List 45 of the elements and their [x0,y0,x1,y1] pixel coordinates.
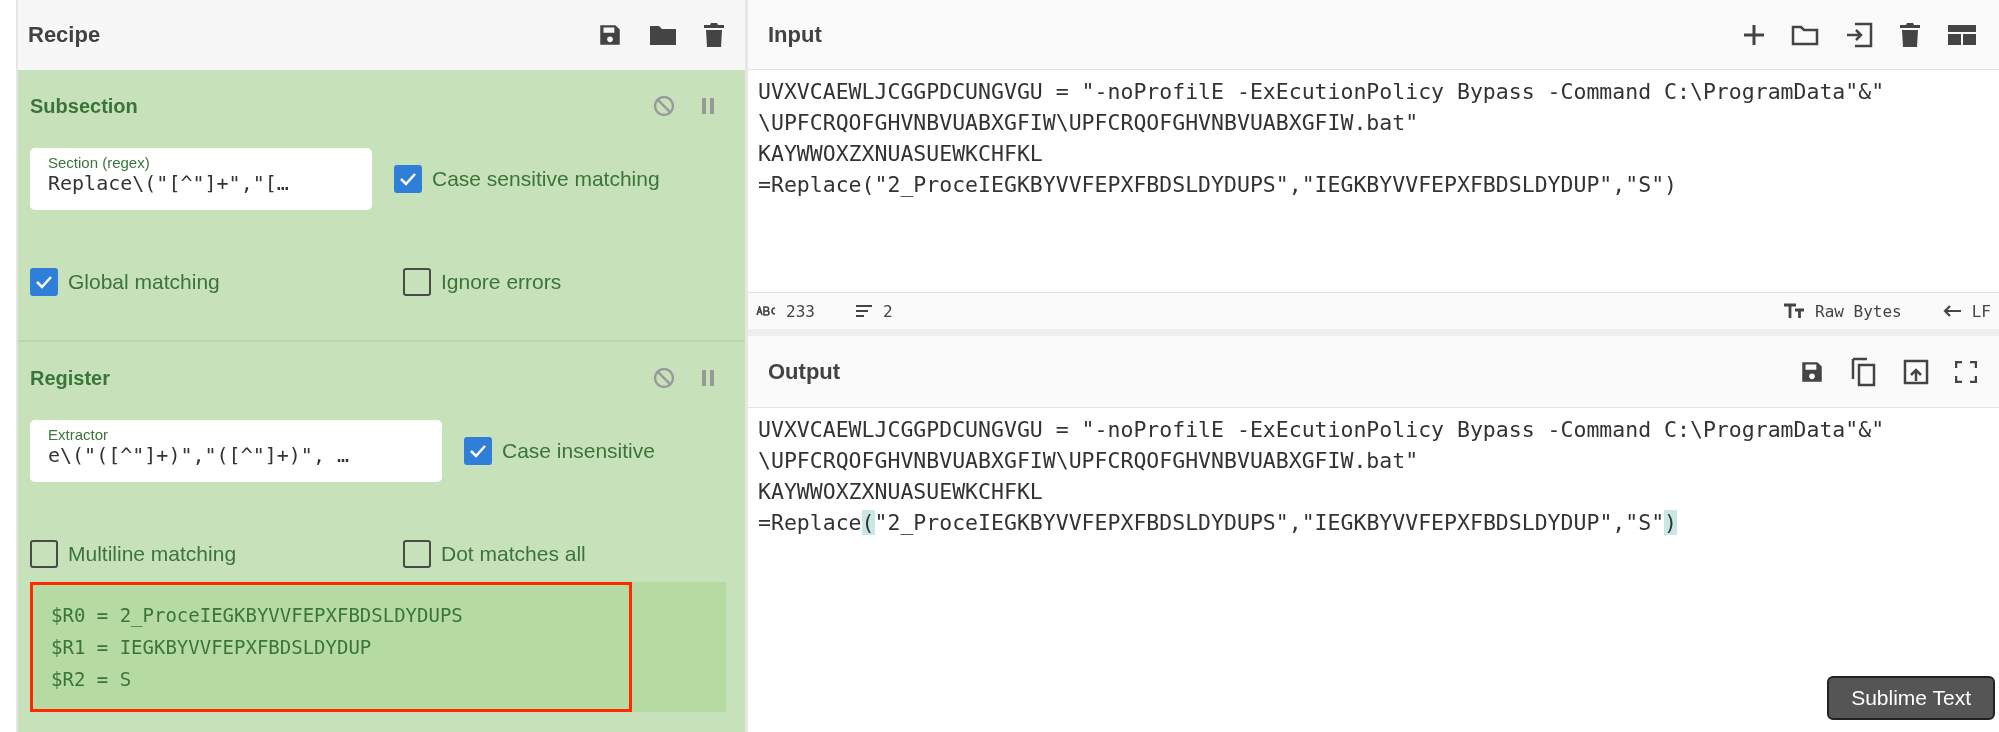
checkbox[interactable] [394,165,422,193]
text-size-icon[interactable] [1783,303,1806,319]
register-line: $R1 = IEGKBYVVFEPXFBDSLDYDUP [51,635,373,660]
checkbox-option[interactable]: Case sensitive matching [394,165,660,193]
checkbox[interactable] [30,540,58,568]
recipe-title: Recipe [28,22,101,48]
input-text[interactable]: UVXVCAEWLJCGGPDCUNGVGU = "-noProfilE -ExEcutionPolicy Bypass -Command C:\ProgramData"&" \UPFCRQOFGHVNBVUABXGFIW\UPFCRQOFGHVNBVUABXGFIW.bat" KAYWWOXZXNUASUEWKCHFKL =Replace("2_ProceIEGKBYVVFEPXFBDSLDYDUPS","IEGKBYVVFEPXFBDSLDYDUP","S") [748,70,1999,292]
text-field[interactable]: Section (regex) Replace\("[^"]+","[… [30,148,372,210]
register-line: $R2 = S [51,667,133,692]
fullscreen-icon[interactable] [1955,360,1977,383]
line-count: 2 [882,301,893,321]
lines-icon [854,304,873,318]
checkmark-icon [399,172,417,186]
operation-title: Register [30,366,111,390]
checkbox[interactable] [30,268,58,296]
operation-title: Subsection [30,94,138,118]
char-count: 233 [786,301,815,321]
input-title: Input [768,21,822,48]
checkbox-option[interactable]: Case insensitive [464,437,655,465]
save-icon[interactable] [597,22,623,48]
layout-icon[interactable] [1947,23,1977,46]
checkbox[interactable] [464,437,492,465]
trash-icon[interactable] [703,22,725,48]
checkmark-icon [469,444,487,458]
checkmark-icon [35,275,53,289]
return-arrow-icon[interactable] [1941,304,1962,318]
upload-icon[interactable] [1903,358,1929,385]
checkbox[interactable] [403,268,431,296]
checkbox-option[interactable]: Multiline matching [30,540,403,568]
checkbox-option[interactable]: Global matching [30,268,403,296]
checkbox-option[interactable]: Dot matches all [403,540,725,568]
import-icon[interactable] [1845,21,1873,48]
checkbox-option[interactable]: Ignore errors [403,268,725,296]
checkbox[interactable] [403,540,431,568]
register-line: $R0 = 2_ProceIEGKBYVVFEPXFBDSLDYDUPS [51,603,464,629]
output-title: Output [768,358,841,385]
plus-icon[interactable] [1743,23,1765,46]
trash-icon[interactable] [1899,21,1921,48]
text-field[interactable]: Extractor e\("([^"]+)","([^"]+)", … [30,420,442,482]
folder-icon[interactable] [649,23,677,47]
sublime-text-button[interactable]: Sublime Text [1827,676,1995,720]
abc-icon [756,306,776,316]
encoding-label[interactable]: Raw Bytes [1815,301,1902,321]
line-ending-label[interactable]: LF [1971,301,1991,321]
copy-icon[interactable] [1851,356,1877,387]
